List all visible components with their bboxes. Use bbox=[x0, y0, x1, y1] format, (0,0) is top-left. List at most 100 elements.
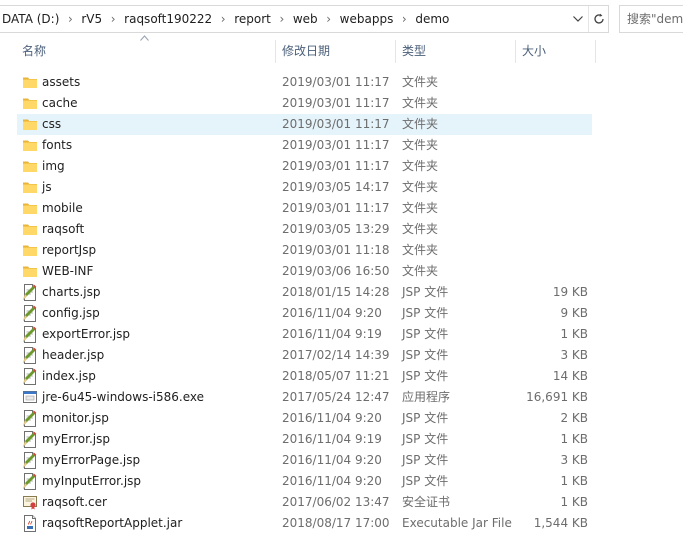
modified-date: 2016/11/04 9:19 bbox=[282, 432, 382, 446]
file-row[interactable]: jre-6u45-windows-i586.exe 2017/05/24 12:4… bbox=[17, 387, 592, 408]
exe-file-icon bbox=[22, 389, 38, 406]
file-size: 3 KB bbox=[560, 453, 588, 467]
file-type: 文件夹 bbox=[402, 222, 439, 236]
folder-row[interactable]: assets 2019/03/01 11:17 文件夹 bbox=[17, 72, 592, 93]
breadcrumb-raqsoft190222[interactable]: raqsoft190222 bbox=[120, 12, 216, 26]
folder-icon bbox=[22, 200, 38, 217]
file-name: reportJsp bbox=[42, 243, 97, 257]
file-name: myErrorPage.jsp bbox=[42, 453, 141, 467]
address-bar[interactable]: DATA (D:) › rV5 › raqsoft190222 › report… bbox=[0, 5, 609, 33]
breadcrumb-webapps[interactable]: webapps bbox=[336, 12, 398, 26]
chevron-right-icon[interactable]: › bbox=[322, 12, 336, 26]
file-row[interactable]: monitor.jsp 2016/11/04 9:20 JSP 文件 2 KB bbox=[17, 408, 592, 429]
jsp-file-icon bbox=[22, 305, 38, 322]
folder-row[interactable]: fonts 2019/03/01 11:17 文件夹 bbox=[17, 135, 592, 156]
column-header-row: 名称 修改日期 类型 大小 bbox=[0, 35, 683, 65]
jsp-file-icon bbox=[22, 284, 38, 301]
file-size: 1 KB bbox=[560, 432, 588, 446]
file-size: 2 KB bbox=[560, 411, 588, 425]
folder-row[interactable]: cache 2019/03/01 11:17 文件夹 bbox=[17, 93, 592, 114]
breadcrumb-web[interactable]: web bbox=[289, 12, 322, 26]
file-size: 16,691 KB bbox=[526, 390, 588, 404]
chevron-right-icon[interactable]: › bbox=[63, 12, 77, 26]
breadcrumb-report[interactable]: report bbox=[230, 12, 275, 26]
column-divider[interactable] bbox=[275, 40, 276, 63]
address-history-dropdown[interactable] bbox=[569, 6, 587, 32]
folder-icon bbox=[22, 263, 38, 280]
file-type: 文件夹 bbox=[402, 243, 439, 257]
chevron-right-icon[interactable]: › bbox=[275, 12, 289, 26]
column-header-size[interactable]: 大小 bbox=[522, 38, 546, 65]
column-divider[interactable] bbox=[515, 40, 516, 63]
file-row[interactable]: index.jsp 2018/05/07 11:21 JSP 文件 14 KB bbox=[17, 366, 592, 387]
jsp-file-icon bbox=[22, 368, 38, 385]
column-header-type[interactable]: 类型 bbox=[402, 38, 426, 65]
modified-date: 2018/01/15 14:28 bbox=[282, 285, 390, 299]
modified-date: 2019/03/05 13:29 bbox=[282, 222, 390, 236]
folder-icon bbox=[22, 137, 38, 154]
file-name: assets bbox=[42, 75, 81, 89]
file-type: Executable Jar File bbox=[402, 516, 512, 530]
folder-icon bbox=[22, 242, 38, 259]
folder-row[interactable]: reportJsp 2019/03/01 11:18 文件夹 bbox=[17, 240, 592, 261]
breadcrumb: DATA (D:) › rV5 › raqsoft190222 › report… bbox=[0, 6, 453, 32]
modified-date: 2016/11/04 9:20 bbox=[282, 474, 382, 488]
jsp-file-icon bbox=[22, 326, 38, 343]
file-name: js bbox=[42, 180, 52, 194]
file-name: raqsoft bbox=[42, 222, 85, 236]
file-row[interactable]: config.jsp 2016/11/04 9:20 JSP 文件 9 KB bbox=[17, 303, 592, 324]
modified-date: 2016/11/04 9:20 bbox=[282, 306, 382, 320]
file-type: 文件夹 bbox=[402, 117, 439, 131]
chevron-right-icon[interactable]: › bbox=[397, 12, 411, 26]
file-name: fonts bbox=[42, 138, 73, 152]
jsp-file-icon bbox=[22, 473, 38, 490]
folder-row[interactable]: js 2019/03/05 14:17 文件夹 bbox=[17, 177, 592, 198]
refresh-button[interactable] bbox=[588, 6, 609, 32]
jar-file-icon bbox=[22, 515, 38, 532]
modified-date: 2019/03/06 16:50 bbox=[282, 264, 390, 278]
folder-row[interactable]: mobile 2019/03/01 11:17 文件夹 bbox=[17, 198, 592, 219]
modified-date: 2017/02/14 14:39 bbox=[282, 348, 390, 362]
file-row[interactable]: myError.jsp 2016/11/04 9:19 JSP 文件 1 KB bbox=[17, 429, 592, 450]
file-row[interactable]: charts.jsp 2018/01/15 14:28 JSP 文件 19 KB bbox=[17, 282, 592, 303]
modified-date: 2019/03/05 14:17 bbox=[282, 180, 390, 194]
file-size: 1 KB bbox=[560, 474, 588, 488]
file-name: index.jsp bbox=[42, 369, 96, 383]
column-header-date[interactable]: 修改日期 bbox=[282, 38, 330, 65]
folder-row[interactable]: raqsoft 2019/03/05 13:29 文件夹 bbox=[17, 219, 592, 240]
file-size bbox=[517, 135, 588, 156]
jsp-file-icon bbox=[22, 431, 38, 448]
search-input[interactable] bbox=[620, 6, 683, 32]
file-row[interactable]: exportError.jsp 2016/11/04 9:19 JSP 文件 1 KB bbox=[17, 324, 592, 345]
jsp-file-icon bbox=[22, 410, 38, 427]
folder-row[interactable]: img 2019/03/01 11:17 文件夹 bbox=[17, 156, 592, 177]
file-name: cache bbox=[42, 96, 78, 110]
file-size: 1 KB bbox=[560, 327, 588, 341]
column-divider[interactable] bbox=[395, 40, 396, 63]
chevron-right-icon[interactable]: › bbox=[106, 12, 120, 26]
file-size bbox=[517, 114, 588, 135]
folder-row[interactable]: WEB-INF 2019/03/06 16:50 文件夹 bbox=[17, 261, 592, 282]
file-row[interactable]: myInputError.jsp 2016/11/04 9:20 JSP 文件 1 K… bbox=[17, 471, 592, 492]
file-name: myError.jsp bbox=[42, 432, 110, 446]
modified-date: 2016/11/04 9:20 bbox=[282, 453, 382, 467]
folder-icon bbox=[22, 158, 38, 175]
breadcrumb-demo[interactable]: demo bbox=[411, 12, 453, 26]
breadcrumb-drive[interactable]: DATA (D:) bbox=[0, 12, 63, 26]
file-size bbox=[517, 240, 588, 261]
file-type: 文件夹 bbox=[402, 159, 439, 173]
file-type: 文件夹 bbox=[402, 201, 439, 215]
folder-row[interactable]: css 2019/03/01 11:17 文件夹 bbox=[17, 114, 592, 135]
file-row[interactable]: raqsoftReportApplet.jar 2018/08/17 17:00 E… bbox=[17, 513, 592, 534]
file-type: JSP 文件 bbox=[402, 453, 449, 467]
column-divider[interactable] bbox=[595, 40, 596, 63]
search-box[interactable] bbox=[619, 5, 683, 33]
modified-date: 2019/03/01 11:17 bbox=[282, 96, 390, 110]
file-row[interactable]: header.jsp 2017/02/14 14:39 JSP 文件 3 KB bbox=[17, 345, 592, 366]
breadcrumb-rv5[interactable]: rV5 bbox=[77, 12, 106, 26]
file-row[interactable]: myErrorPage.jsp 2016/11/04 9:20 JSP 文件 3 KB bbox=[17, 450, 592, 471]
modified-date: 2019/03/01 11:18 bbox=[282, 243, 390, 257]
file-row[interactable]: raqsoft.cer 2017/06/02 13:47 安全证书 1 KB bbox=[17, 492, 592, 513]
column-header-name[interactable]: 名称 bbox=[22, 38, 46, 65]
chevron-right-icon[interactable]: › bbox=[216, 12, 230, 26]
